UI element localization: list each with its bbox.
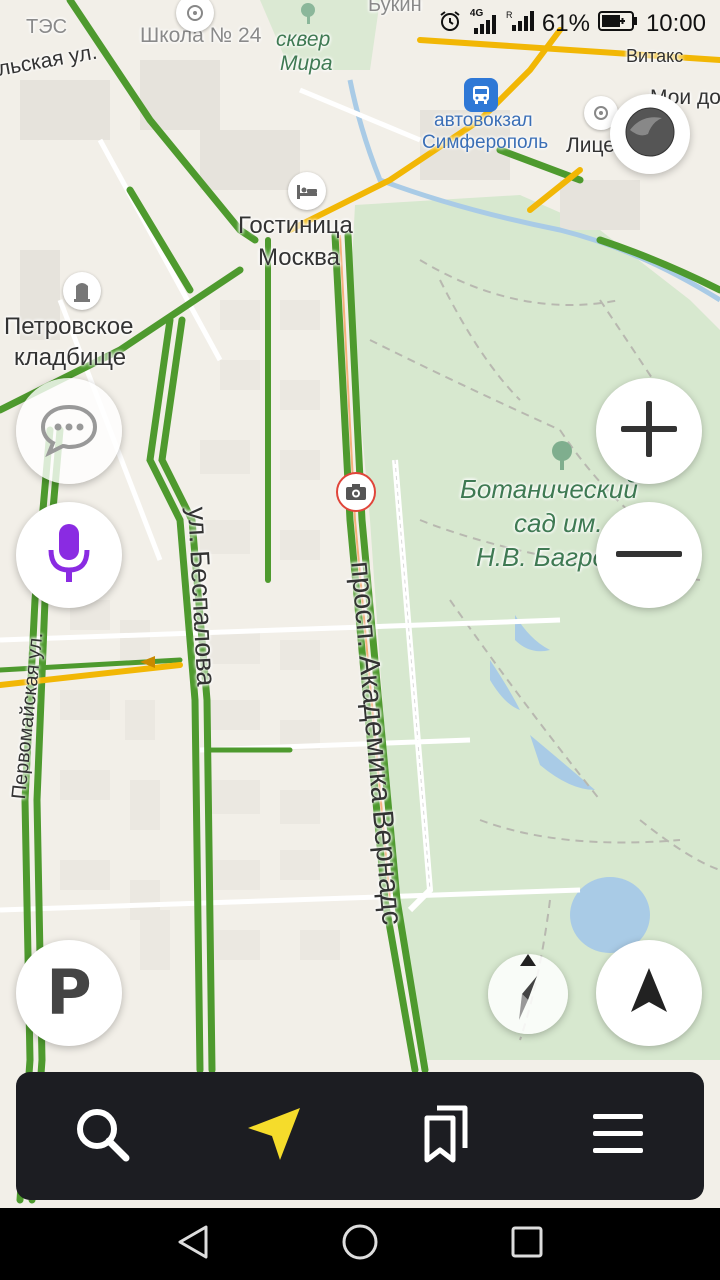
map-label-cemetery-line1: Петровское	[4, 313, 134, 340]
poi-hotel-icon[interactable]	[288, 172, 326, 210]
status-bar: 4G R 61% 10:00	[0, 0, 720, 48]
clock: 10:00	[645, 10, 706, 37]
speed-camera-icon[interactable]	[336, 472, 376, 512]
bookmarks-icon	[421, 1104, 471, 1169]
battery-icon	[597, 10, 638, 39]
svg-text:R: R	[506, 10, 513, 20]
voice-search-button[interactable]	[16, 502, 122, 608]
bottom-tab-bar	[16, 1072, 704, 1200]
home-icon[interactable]	[341, 1223, 379, 1266]
map-label-bus-station-line2: Симферополь	[422, 132, 549, 153]
tab-menu[interactable]	[568, 1086, 668, 1186]
tab-bookmarks[interactable]	[396, 1086, 496, 1186]
tab-search[interactable]	[52, 1086, 152, 1186]
chat-button[interactable]	[16, 378, 122, 484]
zoom-in-button[interactable]	[596, 378, 702, 484]
map-label-garden-line1: Ботанический	[460, 474, 638, 504]
signal-icon: R	[506, 9, 534, 40]
map-label-hotel-line1: Гостиница	[238, 212, 353, 239]
tree-icon	[548, 440, 576, 477]
system-navigation-bar	[0, 1208, 720, 1280]
network-type: 4G	[469, 8, 484, 19]
route-arrow-icon	[244, 1104, 304, 1169]
parking-button[interactable]: P	[16, 940, 122, 1046]
alarm-icon	[438, 9, 462, 40]
layers-button[interactable]	[610, 94, 690, 174]
layers-icon	[622, 104, 678, 165]
map-label-bus-station-line1: автовокзал	[434, 110, 533, 131]
navigation-arrow-icon	[629, 966, 669, 1021]
compass-button[interactable]	[488, 953, 568, 1035]
map-label-vitaks: Витакс	[626, 46, 684, 66]
zoom-out-button[interactable]	[596, 502, 702, 608]
bus-station-icon[interactable]	[464, 78, 498, 112]
signal-4g-icon: 4G	[470, 8, 498, 36]
map-label-cemetery-line2: кладбище	[14, 344, 127, 371]
menu-icon	[593, 1112, 643, 1161]
minus-icon	[616, 546, 682, 564]
search-icon	[74, 1106, 130, 1167]
plus-icon	[619, 399, 679, 464]
recents-icon[interactable]	[510, 1225, 544, 1264]
poi-cemetery-icon[interactable]	[63, 272, 101, 310]
battery-percent: 61%	[541, 10, 590, 37]
map-label-garden-line2: сад им.	[514, 508, 603, 538]
parking-label: P	[46, 956, 92, 1029]
my-location-button[interactable]	[596, 940, 702, 1046]
tab-route[interactable]	[224, 1086, 324, 1186]
microphone-icon	[47, 522, 91, 589]
map-label-square-line2: Мира	[280, 52, 333, 75]
compass-icon	[500, 953, 556, 1035]
chat-bubble-icon	[39, 401, 99, 462]
back-icon[interactable]	[176, 1224, 210, 1265]
map-label-hotel-line2: Москва	[258, 244, 340, 271]
